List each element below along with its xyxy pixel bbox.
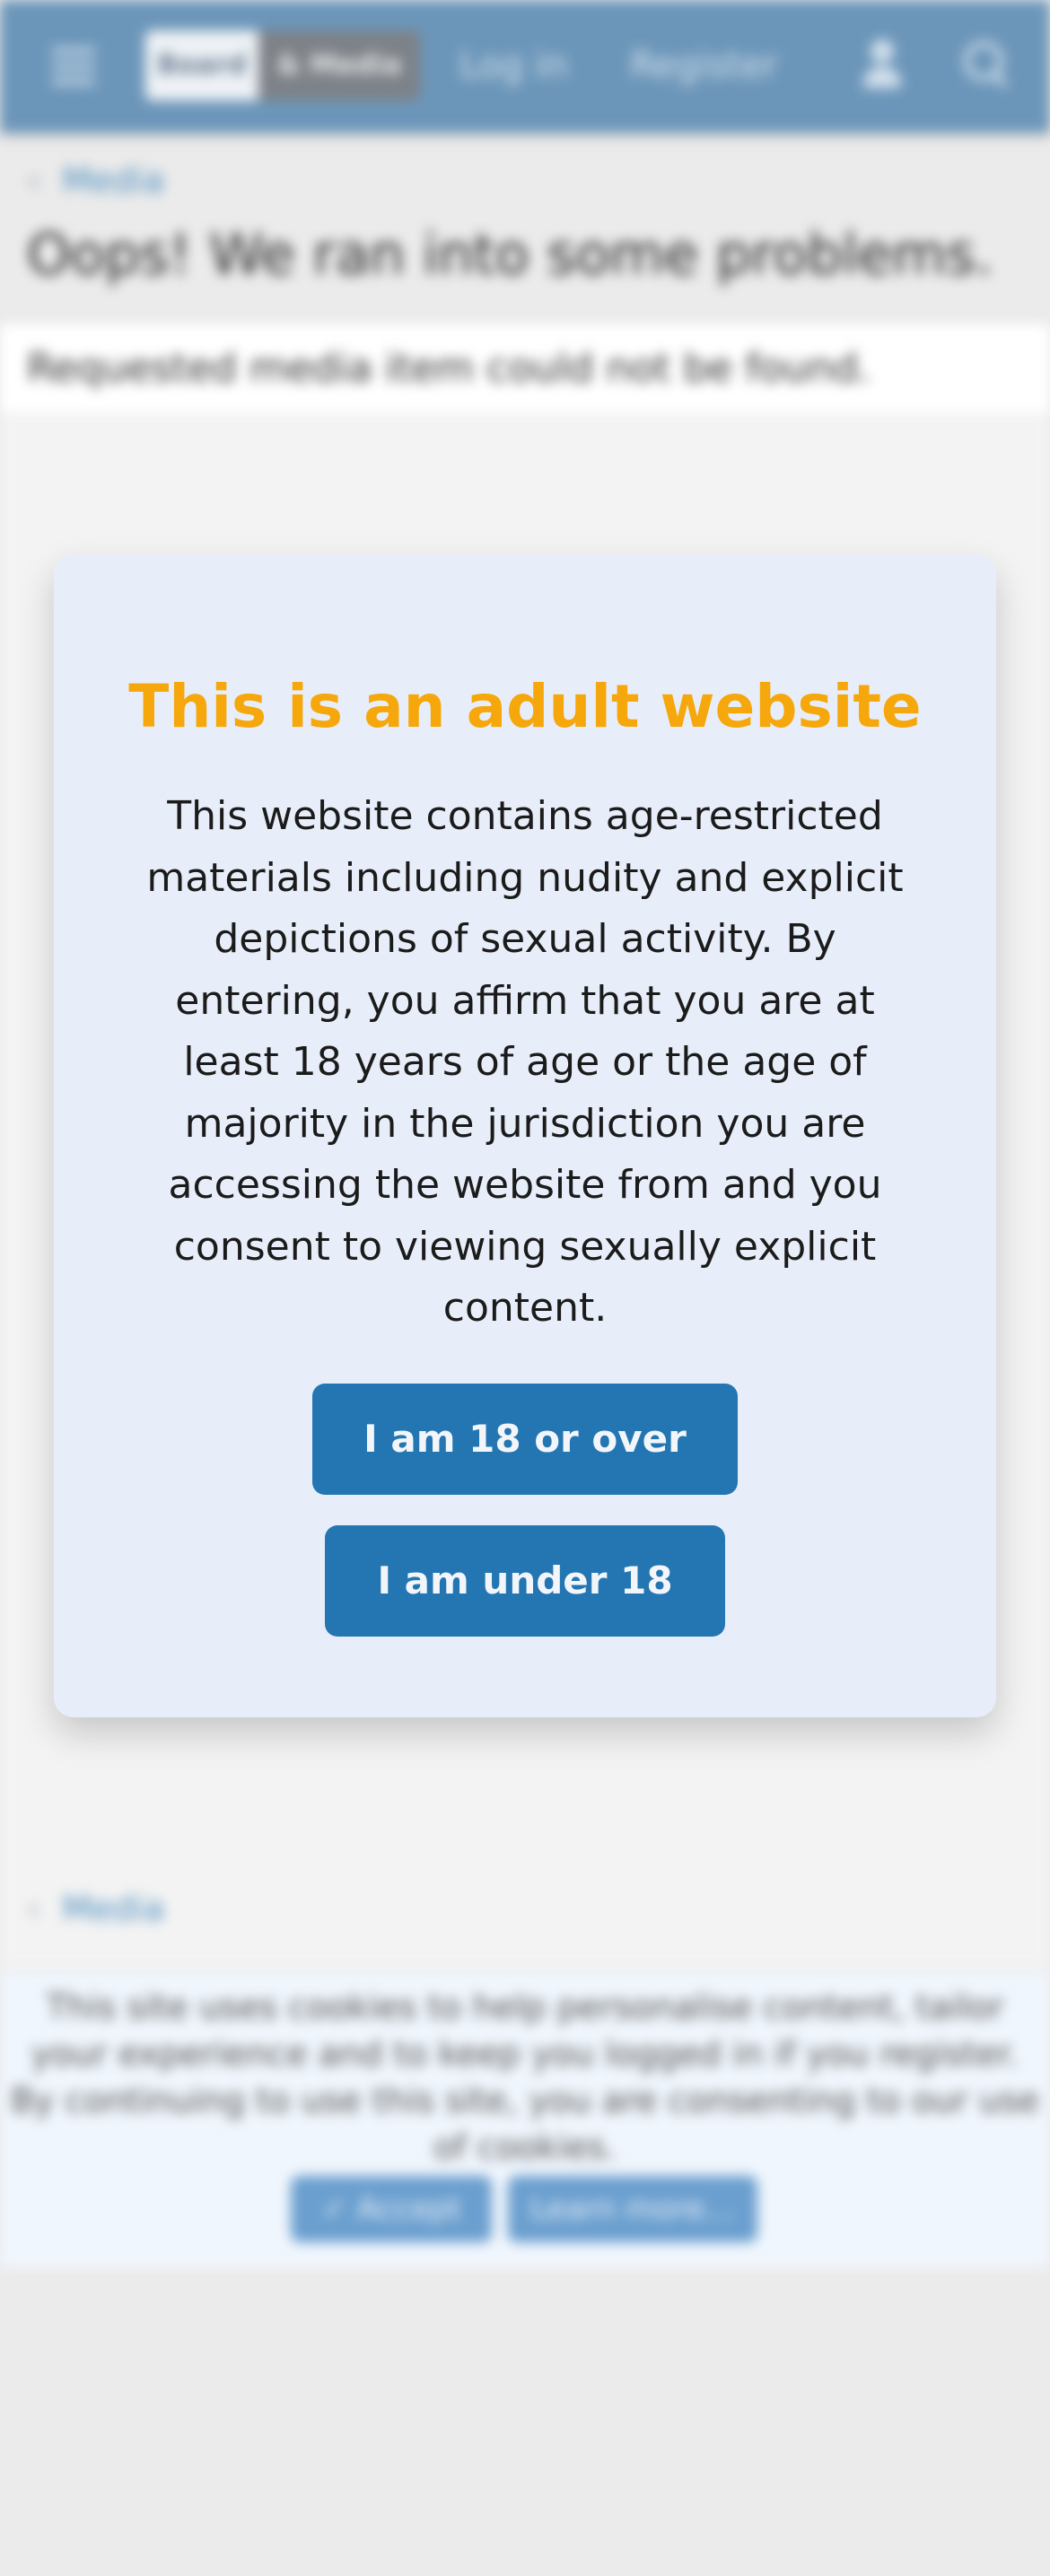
breadcrumb-top[interactable]: ‹ Media <box>27 158 164 203</box>
age-verification-modal: This is an adult website This website co… <box>54 554 996 1717</box>
register-link[interactable]: Register <box>630 43 778 88</box>
cookie-accept-button[interactable]: ✓ Accept <box>291 2176 492 2242</box>
site-header: Board & Media Log in Register <box>0 0 1050 133</box>
logo-text-primary: Board <box>145 31 258 100</box>
breadcrumb-link[interactable]: Media <box>62 1889 164 1928</box>
chevron-left-icon: ‹ <box>27 161 41 200</box>
user-icon[interactable] <box>860 39 905 90</box>
cookie-notice: This site uses cookies to help personali… <box>0 1970 1050 2267</box>
site-logo[interactable]: Board & Media <box>145 31 420 100</box>
page-title: Oops! We ran into some problems. <box>27 222 993 287</box>
cookie-learn-more-button[interactable]: Learn more… <box>508 2176 757 2242</box>
age-under-18-button[interactable]: I am under 18 <box>325 1525 725 1637</box>
cookie-notice-text: This site uses cookies to help personali… <box>10 1987 1040 2167</box>
logo-text-secondary: & Media <box>258 31 420 100</box>
modal-title: This is an adult website <box>128 672 922 741</box>
modal-body-text: This website contains age-restricted mat… <box>146 793 904 1331</box>
search-icon[interactable] <box>964 41 1011 88</box>
login-link[interactable]: Log in <box>459 43 568 88</box>
breadcrumb-bottom[interactable]: ‹ Media <box>27 1886 164 1931</box>
breadcrumb-link[interactable]: Media <box>62 161 164 200</box>
menu-icon[interactable] <box>47 39 101 93</box>
error-message: Requested media item could not be found. <box>27 345 871 391</box>
error-panel: Requested media item could not be found. <box>0 323 1050 415</box>
chevron-left-icon: ‹ <box>27 1889 41 1928</box>
age-over-18-button[interactable]: I am 18 or over <box>312 1384 738 1495</box>
